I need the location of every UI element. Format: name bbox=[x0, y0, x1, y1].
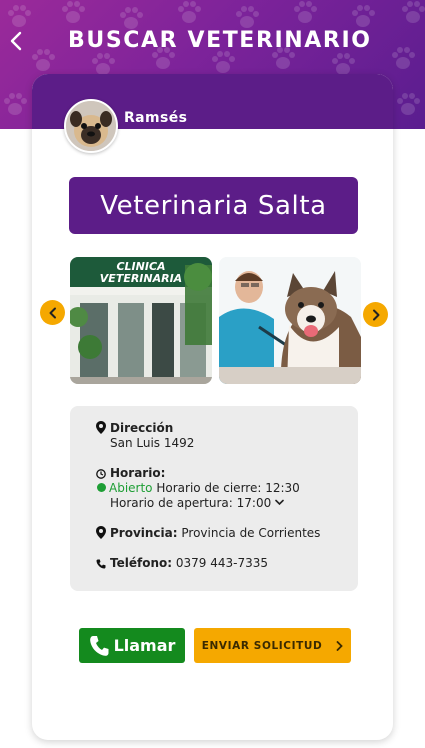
phone-row: Teléfono: 0379 443-7335 bbox=[96, 556, 268, 571]
back-button[interactable] bbox=[4, 28, 28, 54]
send-request-button[interactable]: ENVIAR SOLICITUD bbox=[194, 628, 351, 663]
phone-icon bbox=[96, 559, 106, 569]
chevron-left-icon bbox=[49, 307, 56, 318]
opening-time: Horario de apertura: 17:00 bbox=[110, 496, 272, 510]
address-row: Dirección San Luis 1492 bbox=[96, 421, 194, 451]
clinic-photo[interactable]: CLINICA VETERINARIA bbox=[70, 257, 212, 384]
open-status: Abierto bbox=[109, 481, 153, 495]
hours-status-line: Abierto Horario de cierre: 12:30 bbox=[96, 481, 300, 496]
province-row: Provincia: Provincia de Corrientes bbox=[96, 526, 320, 541]
gallery-prev-button[interactable] bbox=[40, 300, 65, 325]
location-pin-icon bbox=[96, 421, 106, 434]
phone-label: Teléfono: bbox=[110, 556, 173, 570]
address-label: Dirección bbox=[110, 421, 174, 435]
hours-row: Horario: Abierto Horario de cierre: 12:3… bbox=[96, 466, 300, 511]
address-value: San Luis 1492 bbox=[110, 436, 195, 450]
opening-time-toggle[interactable]: Horario de apertura: 17:00 bbox=[96, 496, 300, 511]
vet-card: Ramsés Veterinaria Salta CLINICA VETERIN… bbox=[32, 74, 393, 740]
chevron-right-icon bbox=[336, 640, 344, 651]
phone-value[interactable]: 0379 443-7335 bbox=[176, 556, 268, 570]
send-request-label: ENVIAR SOLICITUD bbox=[201, 639, 323, 652]
page-title: BUSCAR VETERINARIO bbox=[68, 28, 372, 53]
chevron-right-icon bbox=[372, 309, 379, 320]
call-button[interactable]: Llamar bbox=[79, 628, 185, 663]
vet-photo[interactable] bbox=[219, 257, 361, 384]
phone-icon bbox=[89, 635, 109, 656]
closing-time: Horario de cierre: 12:30 bbox=[156, 481, 300, 495]
clinic-name: Veterinaria Salta bbox=[69, 177, 358, 234]
pet-name: Ramsés bbox=[124, 110, 188, 126]
gallery-next-button[interactable] bbox=[363, 302, 388, 327]
pet-avatar[interactable] bbox=[64, 99, 118, 153]
province-value: Provincia de Corrientes bbox=[181, 526, 321, 540]
clinic-sign-text: CLINICA VETERINARIA bbox=[99, 260, 183, 285]
clock-icon bbox=[96, 469, 106, 479]
pug-avatar-icon bbox=[66, 101, 116, 151]
call-button-label: Llamar bbox=[113, 636, 176, 655]
province-label: Provincia: bbox=[110, 526, 178, 540]
location-pin-icon bbox=[96, 526, 106, 539]
vet-with-husky-photo bbox=[219, 257, 361, 384]
clinic-info-panel: Dirección San Luis 1492 Horario: Abierto… bbox=[70, 406, 358, 591]
open-status-dot bbox=[97, 483, 106, 492]
hours-label: Horario: bbox=[110, 466, 166, 480]
chevron-left-icon bbox=[10, 31, 22, 51]
chevron-down-icon bbox=[275, 499, 284, 506]
